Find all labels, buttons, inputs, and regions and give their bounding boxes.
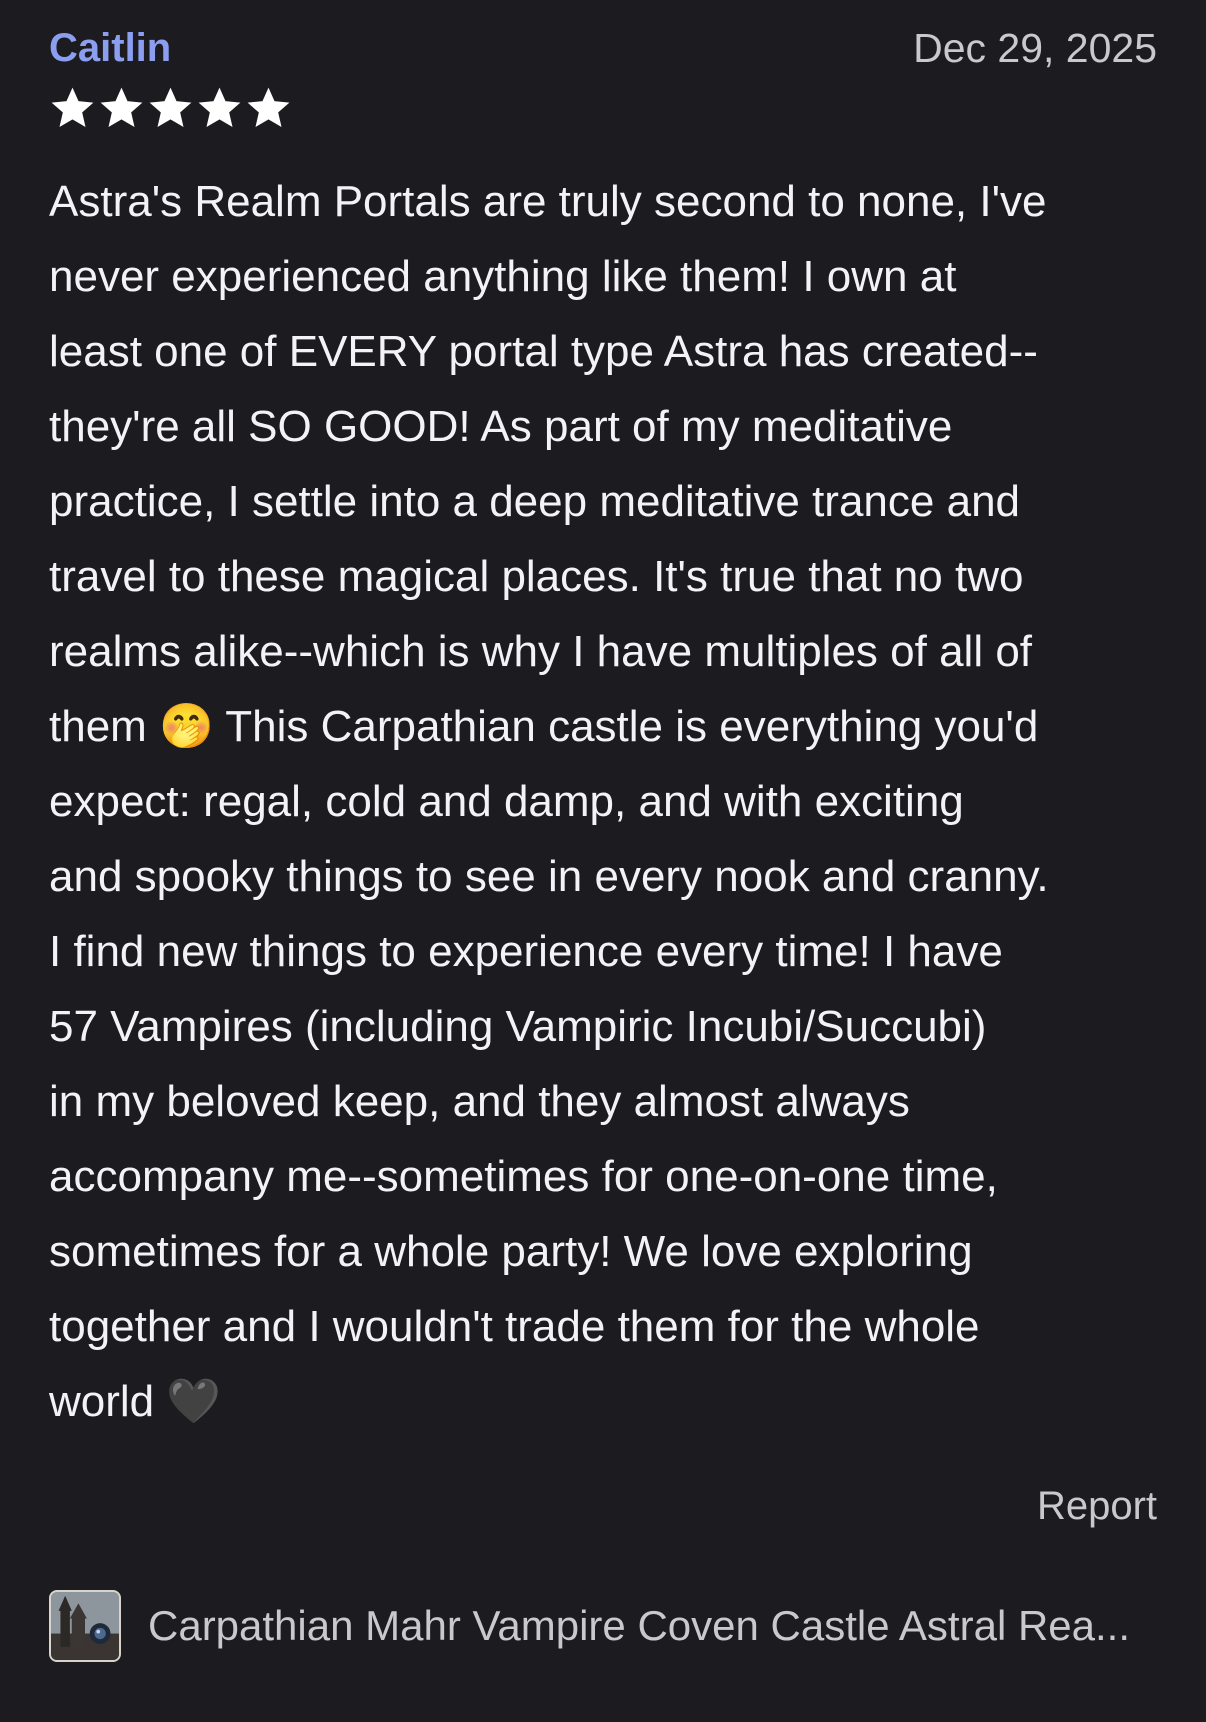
review-text-line: and spooky things to see in every nook a…: [49, 852, 1049, 901]
review-text-line: accompany me--sometimes for one-on-one t…: [49, 1152, 998, 1201]
review-text-line: realms alike--which is why I have multip…: [49, 627, 1033, 676]
review-text-line: never experienced anything like them! I …: [49, 252, 957, 301]
review-card: Caitlin Dec 29, 2025 Astra's Realm Porta…: [49, 0, 1157, 1722]
product-thumbnail: [49, 1590, 121, 1662]
review-text-line: world 🖤: [49, 1377, 222, 1426]
review-text-line: least one of EVERY portal type Astra has…: [49, 327, 1038, 376]
review-text-line: sometimes for a whole party! We love exp…: [49, 1227, 973, 1276]
review-text-line: Astra's Realm Portals are truly second t…: [49, 177, 1047, 226]
review-text-line: together and I wouldn't trade them for t…: [49, 1302, 980, 1351]
review-text-line: I find new things to experience every ti…: [49, 927, 1003, 976]
review-text-line: expect: regal, cold and damp, and with e…: [49, 777, 964, 826]
reviewer-name[interactable]: Caitlin: [49, 20, 171, 76]
star-icon: [100, 87, 143, 127]
report-button[interactable]: Report: [1037, 1478, 1157, 1534]
review-text-line: 57 Vampires (including Vampiric Incubi/S…: [49, 1002, 987, 1051]
castle-thumbnail-icon: [51, 1592, 119, 1660]
review-text-line: they're all SO GOOD! As part of my medit…: [49, 402, 953, 451]
review-text-line: in my beloved keep, and they almost alwa…: [49, 1077, 910, 1126]
review-header: Caitlin Dec 29, 2025: [49, 20, 1157, 76]
star-icon: [149, 87, 192, 127]
product-link[interactable]: Carpathian Mahr Vampire Coven Castle Ast…: [49, 1590, 1157, 1662]
review-text-line: them 🤭 This Carpathian castle is everyth…: [49, 702, 1039, 751]
star-icon: [247, 87, 290, 127]
review-text: Astra's Realm Portals are truly second t…: [49, 164, 1157, 1439]
review-text-line: travel to these magical places. It's tru…: [49, 552, 1024, 601]
star-icon: [198, 87, 241, 127]
review-date: Dec 29, 2025: [913, 25, 1157, 71]
star-rating: [49, 86, 292, 130]
product-title: Carpathian Mahr Vampire Coven Castle Ast…: [148, 1602, 1130, 1649]
star-icon: [51, 87, 94, 127]
review-text-line: practice, I settle into a deep meditativ…: [49, 477, 1021, 526]
